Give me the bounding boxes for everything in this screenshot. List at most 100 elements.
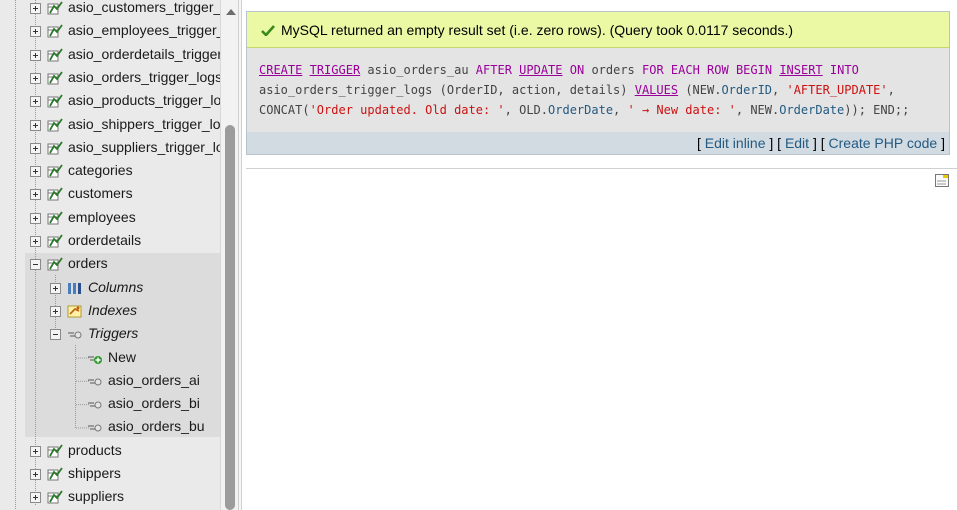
- sql-string: 'Order updated. Old date: ': [309, 103, 505, 117]
- nav-item-label: asio_orders_ai: [108, 371, 200, 388]
- nav-item-orderdetails[interactable]: orderdetails: [0, 230, 220, 252]
- nav-item-shippers[interactable]: shippers: [0, 463, 220, 485]
- table-icon: [47, 467, 63, 481]
- nav-item-label: asio_orders_bi: [108, 395, 200, 412]
- sql-keyword: VALUES: [634, 83, 679, 97]
- new-trigger-icon: [88, 355, 102, 364]
- nav-item-indexes[interactable]: Indexes: [0, 300, 220, 322]
- nav-item-asio-shippers-trigger-logs[interactable]: asio_shippers_trigger_logs: [0, 114, 235, 136]
- table-icon: [47, 211, 63, 225]
- expand-icon[interactable]: [30, 445, 41, 457]
- nav-item-label: categories: [68, 162, 133, 179]
- pane-resizer[interactable]: [238, 0, 242, 510]
- expand-icon[interactable]: [30, 166, 41, 178]
- sql-column: OrderDate: [779, 103, 845, 117]
- sql-identifier: )); END;;: [844, 103, 910, 117]
- table-icon: [47, 48, 63, 62]
- nav-item-asio-orders-bu[interactable]: asio_orders_bu: [0, 416, 220, 438]
- sql-keyword: FOR EACH ROW BEGIN: [642, 63, 773, 77]
- nav-item-categories[interactable]: categories: [0, 160, 220, 182]
- nav-item-orders[interactable]: orders: [0, 253, 220, 275]
- nav-item-asio-orders-ai[interactable]: asio_orders_ai: [0, 370, 220, 392]
- nav-item-customers[interactable]: customers: [0, 183, 220, 205]
- nav-item-asio-employees-trigger-lo[interactable]: asio_employees_trigger_lo: [0, 20, 235, 42]
- expand-icon[interactable]: [30, 119, 41, 131]
- nav-item-label: Triggers: [88, 325, 139, 342]
- separator-line: [246, 168, 957, 169]
- nav-item-asio-suppliers-trigger-log[interactable]: asio_suppliers_trigger_log: [0, 137, 231, 159]
- console-note-icon[interactable]: [935, 174, 949, 187]
- sql-query-box[interactable]: CREATE TRIGGER asio_orders_au AFTER UPDA…: [247, 48, 949, 132]
- expand-icon[interactable]: [30, 26, 41, 38]
- collapse-icon[interactable]: [30, 259, 41, 271]
- sql-function: CONCAT(: [259, 103, 310, 117]
- sql-keyword: INTO: [829, 63, 859, 77]
- scroll-up-arrow-icon[interactable]: [226, 9, 236, 15]
- expand-icon[interactable]: [30, 189, 41, 201]
- query-actions: [ Edit inline ] [ Edit ] [ Create PHP co…: [697, 135, 945, 151]
- expand-icon[interactable]: [30, 3, 41, 14]
- query-actions-bar: [ Edit inline ] [ Edit ] [ Create PHP co…: [247, 132, 949, 154]
- sql-string: 'AFTER_UPDATE': [786, 83, 888, 97]
- expand-icon[interactable]: [50, 282, 61, 294]
- nav-item-products[interactable]: products: [0, 440, 220, 462]
- sql-column: OrderID: [721, 83, 773, 97]
- sql-string: ' → New date: ': [627, 103, 736, 117]
- edit-link[interactable]: Edit: [785, 135, 809, 151]
- nav-item-columns[interactable]: Columns: [0, 277, 220, 299]
- expand-icon[interactable]: [30, 142, 41, 154]
- nav-item-label: suppliers: [68, 488, 125, 505]
- sql-identifier: (NEW.: [685, 83, 722, 97]
- nav-item-employees[interactable]: employees: [0, 207, 220, 229]
- nav-item-triggers[interactable]: Triggers: [0, 323, 220, 345]
- table-icon: [47, 117, 63, 131]
- collapse-icon[interactable]: [50, 329, 61, 341]
- table-icon: [47, 24, 63, 38]
- expand-icon[interactable]: [30, 49, 41, 61]
- sql-identifier: asio_orders_trigger_logs: [259, 83, 433, 97]
- trigger-icon: [88, 401, 102, 409]
- nav-item-label: asio_products_trigger_logs: [68, 92, 237, 109]
- nav-item-new[interactable]: New: [0, 347, 220, 369]
- triggers-icon: [68, 331, 82, 339]
- nav-item-asio-orders-trigger-logs[interactable]: asio_orders_trigger_logs: [0, 67, 223, 89]
- nav-item-label: orderdetails: [68, 232, 142, 248]
- indexes-icon: [67, 305, 82, 318]
- nav-item-asio-orderdetails-trigger-[interactable]: asio_orderdetails_trigger_: [0, 44, 230, 66]
- nav-item-suppliers[interactable]: suppliers: [0, 486, 220, 508]
- expand-icon[interactable]: [30, 96, 41, 108]
- expand-icon[interactable]: [30, 492, 41, 504]
- edit-inline-link[interactable]: Edit inline: [705, 135, 766, 151]
- nav-item-asio-orders-bi[interactable]: asio_orders_bi: [0, 393, 220, 415]
- expand-icon[interactable]: [30, 469, 41, 480]
- table-icon: [47, 141, 63, 155]
- nav-item-label: asio_shippers_trigger_logs: [68, 115, 236, 132]
- sql-identifier: OLD.: [519, 103, 549, 117]
- table-icon: [47, 164, 63, 178]
- nav-scrollbar[interactable]: [220, 0, 238, 510]
- scroll-thumb[interactable]: [225, 125, 235, 510]
- table-icon: [47, 71, 63, 85]
- columns-icon: [68, 282, 81, 294]
- nav-item-asio-customers-trigger-lo[interactable]: asio_customers_trigger_lo: [0, 0, 232, 19]
- nav-item-label: asio_orderdetails_trigger_: [68, 45, 230, 62]
- query-result-box: MySQL returned an empty result set (i.e.…: [246, 11, 950, 155]
- table-icon: [47, 1, 63, 15]
- nav-item-label: asio_customers_trigger_lo: [68, 0, 233, 15]
- nav-item-label: asio_orders_trigger_logs: [68, 68, 223, 85]
- create-php-code-link[interactable]: Create PHP code: [829, 135, 938, 151]
- expand-icon[interactable]: [30, 212, 41, 224]
- success-message: MySQL returned an empty result set (i.e.…: [247, 12, 949, 48]
- nav-item-label: customers: [68, 185, 133, 202]
- expand-icon[interactable]: [50, 305, 61, 317]
- sql-code: CREATE TRIGGER asio_orders_au AFTER UPDA…: [259, 63, 910, 117]
- nav-item-label: New: [108, 348, 137, 365]
- nav-item-label: Columns: [88, 278, 144, 295]
- sql-keyword: ON: [569, 63, 585, 77]
- nav-item-asio-products-trigger-logs[interactable]: asio_products_trigger_logs: [0, 90, 236, 112]
- expand-icon[interactable]: [30, 72, 41, 84]
- success-text: MySQL returned an empty result set (i.e.…: [281, 22, 793, 38]
- table-icon: [47, 257, 63, 271]
- nav-item-label: asio_employees_trigger_lo: [68, 22, 236, 39]
- expand-icon[interactable]: [30, 236, 41, 247]
